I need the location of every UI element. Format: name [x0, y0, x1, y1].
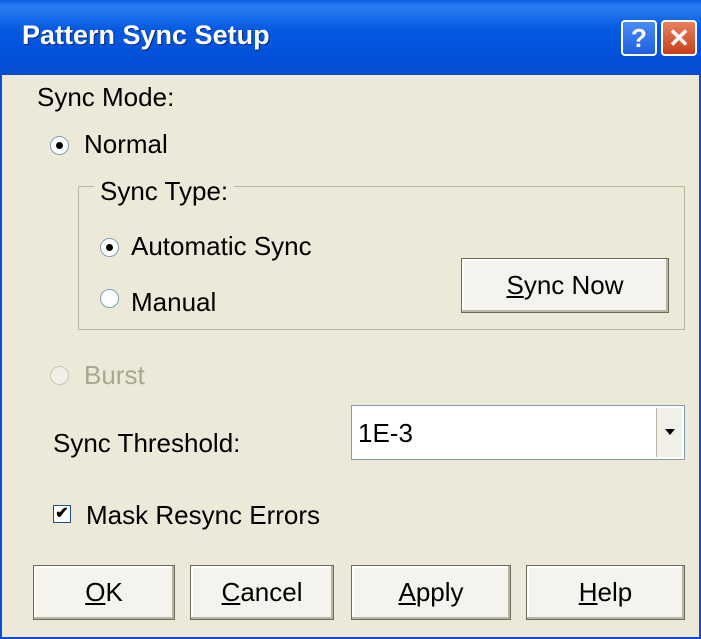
burst-label[interactable]: Burst [84, 360, 145, 391]
apply-button[interactable]: Apply [351, 565, 511, 620]
sync-threshold-select[interactable]: 1E-3 [351, 405, 685, 460]
normal-radio[interactable] [50, 136, 69, 155]
help-title-button[interactable]: ? [621, 20, 657, 56]
normal-label[interactable]: Normal [84, 129, 168, 160]
sync-threshold-value: 1E-3 [358, 418, 413, 448]
sync-now-button[interactable]: Sync Now [461, 258, 669, 313]
sync-threshold-label: Sync Threshold: [53, 428, 241, 458]
automatic-sync-radio[interactable] [100, 238, 119, 257]
pattern-sync-setup-dialog: Pattern Sync Setup ? ✕ Sync Mode: Normal… [0, 0, 701, 639]
automatic-sync-label[interactable]: Automatic Sync [131, 231, 312, 262]
dropdown-arrow-icon[interactable] [656, 408, 682, 457]
mask-resync-errors-label[interactable]: Mask Resync Errors [86, 500, 320, 531]
manual-label[interactable]: Manual [131, 287, 216, 318]
burst-radio[interactable] [50, 366, 69, 385]
manual-radio[interactable] [100, 289, 119, 308]
sync-mode-label: Sync Mode: [37, 82, 175, 112]
sync-type-legend: Sync Type: [94, 176, 235, 207]
close-button[interactable]: ✕ [661, 20, 697, 56]
help-button[interactable]: Help [526, 565, 685, 620]
cancel-button[interactable]: Cancel [190, 565, 334, 620]
ok-button[interactable]: OK [33, 565, 175, 620]
mask-resync-errors-checkbox[interactable]: ✔ [53, 505, 71, 523]
window-title: Pattern Sync Setup [22, 20, 270, 50]
title-bar[interactable]: Pattern Sync Setup ? ✕ [0, 0, 701, 75]
